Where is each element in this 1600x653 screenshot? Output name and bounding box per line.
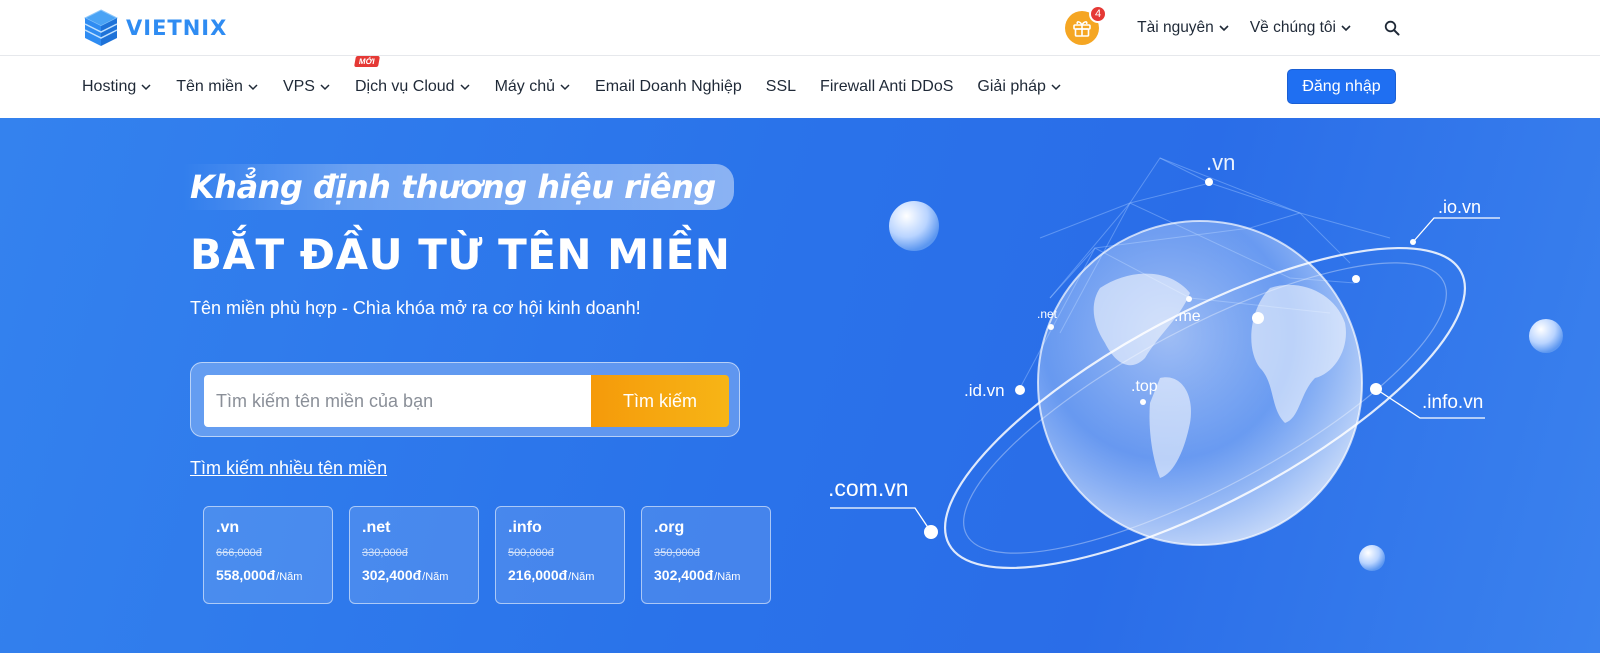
nav-item-vps[interactable]: VPS	[283, 78, 331, 96]
nav-item-cloud[interactable]: MỚI Dịch vụ Cloud	[353, 56, 471, 96]
globe-label-io-vn: .io.vn	[1438, 197, 1481, 217]
price-unit: /Năm	[276, 571, 303, 583]
menu-about-label: Về chúng tôi	[1249, 19, 1336, 36]
globe-illustration: .vn .io.vn .net .me .id.vn .top .info.vn…	[830, 150, 1563, 571]
tagline-pill: Khẳng định thương hiệu riêng	[182, 164, 734, 210]
domain-card-info[interactable]: .info 500,000đ 216,000đ/Năm	[495, 506, 625, 604]
domain-card-net[interactable]: .net 330,000đ 302,400đ/Năm	[349, 506, 479, 604]
chevron-down-icon	[460, 84, 470, 91]
price-unit: /Năm	[568, 571, 595, 583]
chevron-down-icon	[560, 84, 570, 91]
planet-sphere	[1037, 220, 1363, 546]
gift-button[interactable]: 4	[1065, 5, 1108, 45]
main-nav: Hosting Tên miền VPS MỚI Dịch vụ Cloud M…	[82, 56, 1086, 118]
globe-label-net: .net	[1037, 307, 1058, 321]
brand-name: VIETNIX	[126, 16, 228, 40]
current-price: 216,000đ	[508, 567, 568, 583]
domain-search-button[interactable]: Tìm kiếm	[591, 375, 729, 427]
header-search-button[interactable]	[1382, 18, 1402, 38]
top-utility-menu: 4 Tài nguyên Về chúng tôi	[1065, 0, 1402, 56]
menu-resources[interactable]: Tài nguyên	[1137, 19, 1230, 37]
gift-count-badge: 4	[1089, 5, 1108, 23]
nav-item-label: Firewall Anti DDoS	[820, 78, 954, 95]
small-sphere	[1359, 545, 1385, 571]
login-button[interactable]: Đăng nhập	[1287, 69, 1396, 104]
new-badge: MỚI	[353, 56, 380, 67]
nav-item-domain[interactable]: Tên miền	[176, 78, 259, 96]
current-price: 302,400đ	[362, 567, 422, 583]
nav-item-label: Tên miền	[176, 78, 243, 95]
domain-search-input[interactable]	[204, 375, 591, 427]
nav-item-label: Giải pháp	[977, 78, 1046, 95]
domain-ext: .vn	[216, 519, 240, 536]
nav-item-solutions[interactable]: Giải pháp	[977, 78, 1062, 96]
nav-item-hosting[interactable]: Hosting	[82, 78, 152, 96]
domain-price-cards: .vn 666,000đ 558,000đ/Năm .net 330,000đ …	[203, 506, 771, 604]
nav-item-server[interactable]: Máy chủ	[495, 78, 571, 96]
nav-item-firewall[interactable]: Firewall Anti DDoS	[820, 78, 953, 96]
nav-item-ssl[interactable]: SSL	[766, 78, 796, 96]
globe-label-top: .top	[1131, 378, 1158, 395]
brand-logo[interactable]: VIETNIX	[82, 8, 227, 48]
small-sphere	[1529, 319, 1563, 353]
main-nav-bar: Hosting Tên miền VPS MỚI Dịch vụ Cloud M…	[0, 56, 1600, 118]
domain-card-org[interactable]: .org 350,000đ 302,400đ/Năm	[641, 506, 771, 604]
domain-ext: .org	[654, 519, 685, 536]
globe-label-vn: .vn	[1206, 150, 1235, 175]
nav-item-label: Dịch vụ Cloud	[354, 78, 455, 95]
chevron-down-icon	[320, 84, 330, 91]
globe-label-info-vn: .info.vn	[1422, 392, 1483, 413]
search-icon	[1384, 20, 1400, 36]
nav-item-label: Email Doanh Nghiệp	[595, 78, 742, 95]
old-price: 666,000đ	[216, 547, 262, 559]
domain-ext: .info	[508, 519, 542, 536]
old-price: 330,000đ	[362, 547, 408, 559]
chevron-down-icon	[141, 84, 151, 91]
gift-icon	[1073, 21, 1091, 37]
domain-search-box: Tìm kiếm	[190, 362, 740, 437]
globe-label-id-vn: .id.vn	[964, 381, 1005, 400]
hero-headline: BẮT ĐẦU TỪ TÊN MIỀN	[190, 230, 731, 279]
stacked-cube-logo-icon	[83, 9, 119, 46]
menu-about[interactable]: Về chúng tôi	[1250, 19, 1352, 37]
small-sphere	[889, 201, 939, 251]
globe-label-me: .me	[1174, 308, 1201, 325]
domain-card-vn[interactable]: .vn 666,000đ 558,000đ/Năm	[203, 506, 333, 604]
price-unit: /Năm	[422, 571, 449, 583]
nav-item-email[interactable]: Email Doanh Nghiệp	[595, 78, 742, 96]
old-price: 350,000đ	[654, 547, 700, 559]
top-bar: VIETNIX 4 Tài nguyên Về chúng tôi	[0, 0, 1600, 56]
multi-domain-search-link[interactable]: Tìm kiếm nhiều tên miền	[190, 458, 387, 479]
current-price: 302,400đ	[654, 567, 714, 583]
globe-label-com-vn: .com.vn	[830, 475, 909, 501]
hero-subline: Tên miền phù hợp - Chìa khóa mở ra cơ hộ…	[190, 298, 641, 318]
current-price: 558,000đ	[216, 567, 276, 583]
nav-item-label: Máy chủ	[494, 78, 556, 95]
nav-item-label: VPS	[282, 78, 315, 95]
chevron-down-icon	[1341, 25, 1351, 32]
hero-banner: .vn .io.vn .net .me .id.vn .top .info.vn…	[0, 118, 1600, 653]
domain-ext: .net	[362, 519, 391, 536]
old-price: 500,000đ	[508, 547, 554, 559]
nav-item-label: SSL	[765, 78, 797, 95]
hero-tagline: Khẳng định thương hiệu riêng	[190, 168, 716, 206]
chevron-down-icon	[1219, 25, 1229, 32]
nav-item-label: Hosting	[82, 78, 137, 95]
chevron-down-icon	[248, 84, 258, 91]
price-unit: /Năm	[714, 571, 741, 583]
chevron-down-icon	[1051, 84, 1061, 91]
menu-resources-label: Tài nguyên	[1137, 19, 1214, 36]
